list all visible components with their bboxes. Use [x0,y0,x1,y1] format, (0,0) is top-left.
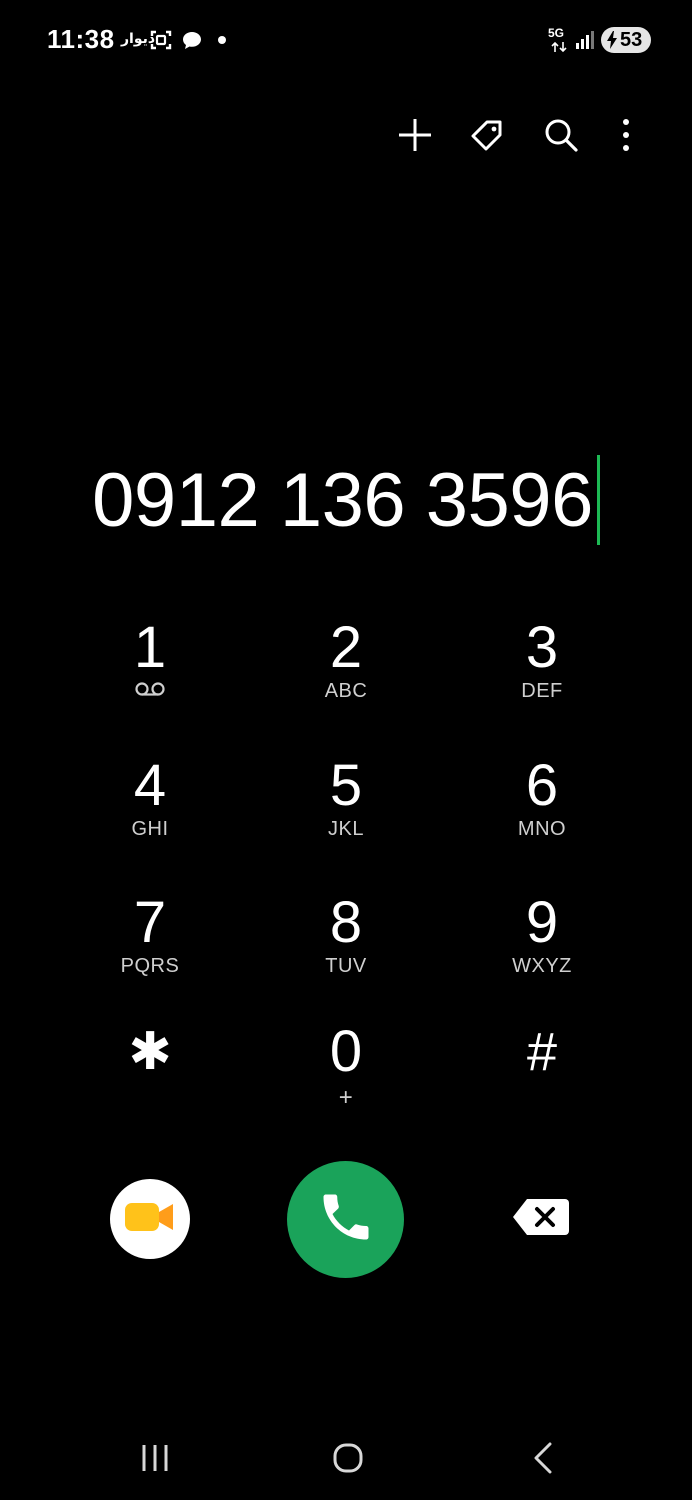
back-icon [532,1442,554,1479]
key-digit: 7 [133,890,167,955]
key-3[interactable]: 3 DEF [457,618,627,738]
key-7[interactable]: 7 PQRS [65,893,235,1013]
voicemail-icon [134,680,166,704]
key-2[interactable]: 2 ABC [261,618,431,738]
back-button[interactable] [518,1437,568,1483]
status-time: 11:38 [47,24,115,54]
key-letters: PQRS [120,955,180,977]
key-letters: ABC [324,680,368,702]
recent-apps-button[interactable] [130,1437,180,1483]
status-bar: 11:38 دیوار 5G 53 [0,0,692,80]
key-digit: 1 [133,615,167,680]
network-5g-label: 5G [548,26,565,40]
key-hash[interactable]: # [457,1022,627,1142]
home-button[interactable] [323,1437,373,1483]
battery-level: 53 [620,29,643,51]
key-digit: 0 [329,1019,363,1084]
data-arrows-icon [551,40,567,58]
key-letters: MNO [517,818,567,840]
search-icon[interactable] [540,114,582,156]
key-8[interactable]: 8 TUV [261,893,431,1013]
signal-icon [574,29,596,56]
key-letters: GHI [131,818,169,840]
backspace-button[interactable] [506,1194,576,1244]
call-button[interactable] [287,1161,404,1278]
key-letters: TUV [325,955,367,977]
key-digit: 3 [525,615,559,680]
number-display[interactable]: 0912 136 3596 [0,450,692,550]
key-digit: 8 [329,890,363,955]
key-digit: 4 [133,753,167,818]
video-camera-icon [123,1197,177,1242]
key-digit: # [526,1022,558,1082]
recent-apps-icon [140,1443,170,1478]
key-letters: JKL [328,818,364,840]
backspace-icon [511,1197,571,1242]
home-icon [332,1442,364,1479]
key-9[interactable]: 9 WXYZ [457,893,627,1013]
key-star[interactable]: ✱ [65,1022,235,1142]
key-6[interactable]: 6 MNO [457,756,627,876]
battery-indicator: 53 [601,27,651,53]
chat-bubble-icon [180,29,204,58]
key-digit: 6 [525,753,559,818]
key-digit: 5 [329,753,363,818]
text-cursor [596,455,600,545]
phone-icon [316,1187,376,1252]
add-icon[interactable] [394,114,436,156]
tag-icon[interactable] [466,114,508,156]
key-digit: 9 [525,890,559,955]
key-letters: WXYZ [512,955,572,977]
key-1[interactable]: 1 [65,618,235,738]
dialed-number: 0912 136 3596 [92,457,593,543]
notification-dot-icon [218,36,226,44]
key-5[interactable]: 5 JKL [261,756,431,876]
key-0[interactable]: 0 + [261,1022,431,1142]
key-digit: ✱ [128,1023,172,1081]
more-options-icon[interactable] [605,114,647,156]
screenshot-icon [149,28,173,57]
key-letters: + [338,1084,354,1111]
key-letters: DEF [521,680,563,702]
key-digit: 2 [329,615,363,680]
key-4[interactable]: 4 GHI [65,756,235,876]
battery-charging-icon [605,30,619,57]
video-call-button[interactable] [110,1179,190,1259]
